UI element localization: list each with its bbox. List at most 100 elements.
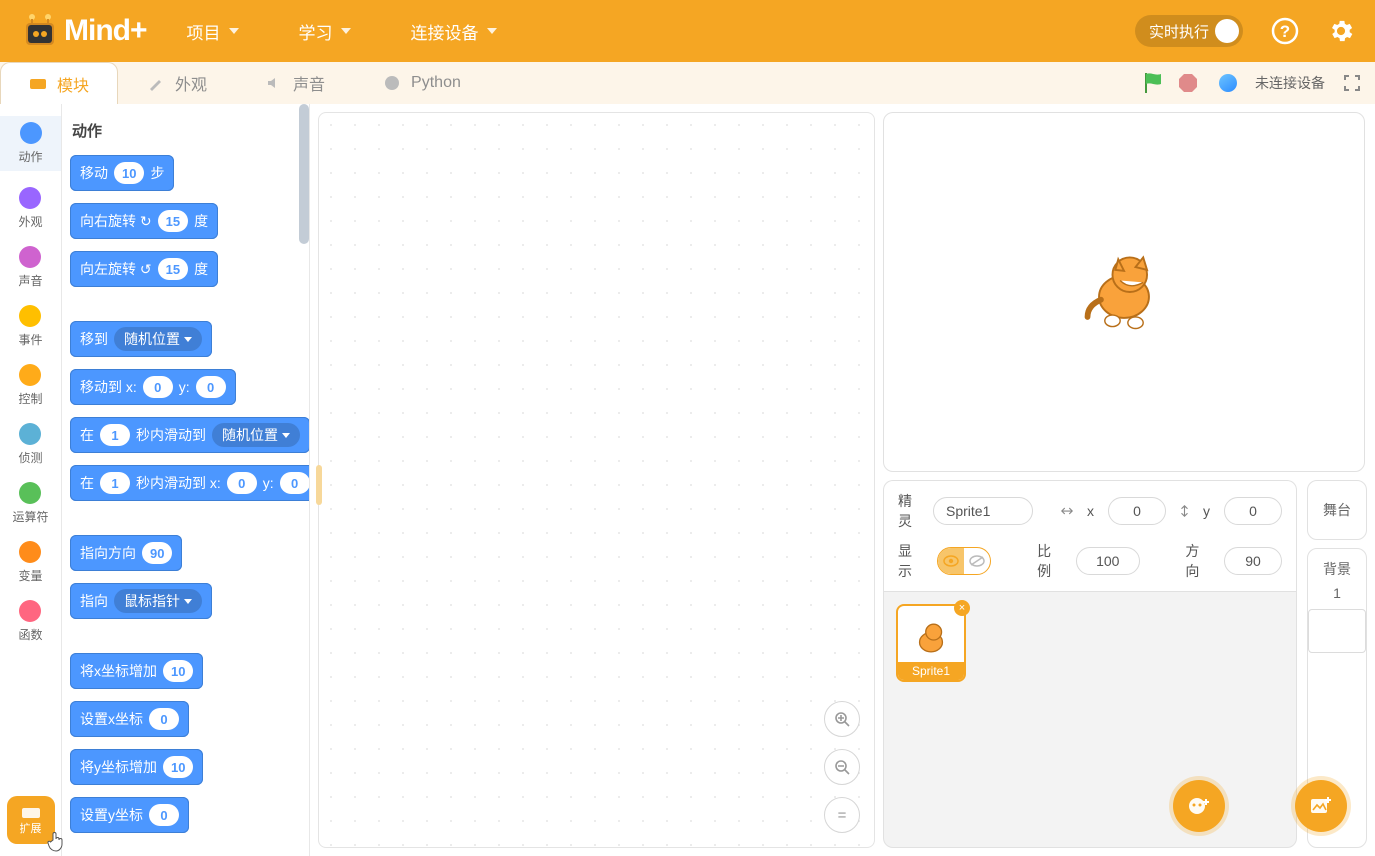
- svg-text:?: ?: [1280, 22, 1290, 41]
- num-input[interactable]: 0: [143, 376, 173, 398]
- show-eye-icon[interactable]: [938, 548, 964, 574]
- menu-connect-label: 连接设备: [411, 19, 479, 44]
- visibility-toggle[interactable]: [937, 547, 992, 575]
- realtime-label: 实时执行: [1149, 21, 1209, 42]
- num-input[interactable]: 0: [149, 708, 179, 730]
- tab-costumes[interactable]: 外观: [118, 62, 236, 104]
- topbar: Mind+ 项目 学习 连接设备 实时执行 ?: [0, 0, 1375, 62]
- cat-motion[interactable]: 动作: [0, 116, 61, 171]
- stop-icon[interactable]: [1177, 72, 1199, 94]
- menu-connect[interactable]: 连接设备: [411, 19, 497, 44]
- block-palette[interactable]: 动作 移动10步 向右旋转 ↻15度 向左旋转 ↺15度 移到随机位置 移动到 …: [62, 104, 310, 856]
- block-point-to[interactable]: 指向鼠标指针: [70, 583, 212, 619]
- cat-sensing[interactable]: 侦测: [18, 423, 42, 466]
- block-glide[interactable]: 在1秒内滑动到随机位置: [70, 417, 310, 453]
- num-input[interactable]: 0: [227, 472, 257, 494]
- logo[interactable]: Mind+: [20, 11, 147, 51]
- resize-handle[interactable]: [316, 465, 322, 505]
- num-input[interactable]: 10: [114, 162, 144, 184]
- cat-label: 变量: [18, 567, 42, 584]
- menu-learn[interactable]: 学习: [299, 19, 351, 44]
- sprite-card[interactable]: × Sprite1: [896, 604, 966, 682]
- toggle-knob: [1215, 19, 1239, 43]
- block-move[interactable]: 移动10步: [70, 155, 174, 191]
- zoom-reset-button[interactable]: =: [824, 797, 860, 833]
- cat-functions[interactable]: 函数: [18, 600, 42, 643]
- sprite-label: 精灵: [898, 491, 919, 531]
- scripts-workspace[interactable]: =: [318, 112, 875, 848]
- sprite-y-input[interactable]: [1224, 497, 1282, 525]
- block-change-x[interactable]: 将x坐标增加10: [70, 653, 203, 689]
- num-input[interactable]: 0: [196, 376, 226, 398]
- green-flag-icon[interactable]: [1143, 71, 1165, 95]
- backdrop-thumb: [1308, 609, 1366, 653]
- add-backdrop-button[interactable]: [1295, 780, 1347, 832]
- stage-title-box[interactable]: 舞台: [1307, 480, 1367, 540]
- menu-project[interactable]: 项目: [187, 19, 239, 44]
- cursor-hand-icon: [46, 830, 66, 852]
- stage[interactable]: [883, 112, 1365, 472]
- num-input[interactable]: 0: [149, 804, 179, 826]
- cat-sound[interactable]: 声音: [18, 246, 42, 289]
- realtime-toggle[interactable]: 实时执行: [1135, 15, 1243, 47]
- menu-project-label: 项目: [187, 19, 221, 44]
- add-sprite-button[interactable]: [1173, 780, 1225, 832]
- gear-icon[interactable]: [1327, 17, 1355, 45]
- block-point-dir[interactable]: 指向方向90: [70, 535, 182, 571]
- chevron-down-icon: [487, 28, 497, 34]
- sprite-scale-input[interactable]: [1076, 547, 1140, 575]
- cat-label: 事件: [18, 331, 42, 348]
- sprite-x-input[interactable]: [1108, 497, 1166, 525]
- fullscreen-icon[interactable]: [1343, 74, 1361, 92]
- delete-sprite-icon[interactable]: ×: [954, 600, 970, 616]
- cat-operators[interactable]: 运算符: [12, 482, 48, 525]
- dropdown[interactable]: 随机位置: [114, 327, 202, 351]
- cat-control[interactable]: 控制: [18, 364, 42, 407]
- block-goto[interactable]: 移到随机位置: [70, 321, 212, 357]
- num-input[interactable]: 1: [100, 424, 130, 446]
- block-change-y[interactable]: 将y坐标增加10: [70, 749, 203, 785]
- block-goto-xy[interactable]: 移动到 x:0y:0: [70, 369, 236, 405]
- zoom-in-button[interactable]: [824, 701, 860, 737]
- block-set-y[interactable]: 设置y坐标0: [70, 797, 189, 833]
- cat-dot-icon: [19, 423, 41, 445]
- sprite-thumb-icon: [909, 618, 953, 662]
- palette-title: 动作: [72, 120, 309, 141]
- y-label: y: [1203, 503, 1210, 519]
- cat-events[interactable]: 事件: [18, 305, 42, 348]
- num-input[interactable]: 15: [158, 258, 188, 280]
- num-input[interactable]: 10: [163, 756, 193, 778]
- python-icon: [383, 74, 401, 92]
- dropdown[interactable]: 鼠标指针: [114, 589, 202, 613]
- block-turn-right[interactable]: 向右旋转 ↻15度: [70, 203, 218, 239]
- extensions-label: 扩展: [20, 820, 42, 836]
- num-input[interactable]: 90: [142, 542, 172, 564]
- sprite-direction-input[interactable]: [1224, 547, 1282, 575]
- hide-eye-icon[interactable]: [964, 548, 990, 574]
- block-turn-left[interactable]: 向左旋转 ↺15度: [70, 251, 218, 287]
- tab-sounds[interactable]: 声音: [236, 62, 354, 104]
- num-input[interactable]: 10: [163, 660, 193, 682]
- backdrop-label: 背景: [1323, 559, 1351, 579]
- block-set-x[interactable]: 设置x坐标0: [70, 701, 189, 737]
- backdrop-count: 1: [1333, 585, 1341, 601]
- cat-dot-icon: [19, 246, 41, 268]
- zoom-out-button[interactable]: [824, 749, 860, 785]
- num-input[interactable]: 0: [280, 472, 310, 494]
- dropdown[interactable]: 随机位置: [212, 423, 300, 447]
- blocks-icon: [29, 75, 47, 93]
- cat-variables[interactable]: 变量: [18, 541, 42, 584]
- num-input[interactable]: 1: [100, 472, 130, 494]
- tab-blocks[interactable]: 模块: [0, 62, 118, 104]
- show-label: 显示: [898, 541, 923, 581]
- stage-title: 舞台: [1323, 500, 1351, 520]
- cat-looks[interactable]: 外观: [18, 187, 42, 230]
- num-input[interactable]: 15: [158, 210, 188, 232]
- sprite-name-input[interactable]: [933, 497, 1033, 525]
- palette-scrollbar[interactable]: [299, 104, 309, 244]
- tab-python[interactable]: Python: [354, 62, 490, 104]
- tab-sounds-label: 声音: [293, 71, 325, 95]
- block-glide-xy[interactable]: 在1秒内滑动到 x:0y:0: [70, 465, 310, 501]
- tab-blocks-label: 模块: [57, 72, 89, 96]
- help-icon[interactable]: ?: [1271, 17, 1299, 45]
